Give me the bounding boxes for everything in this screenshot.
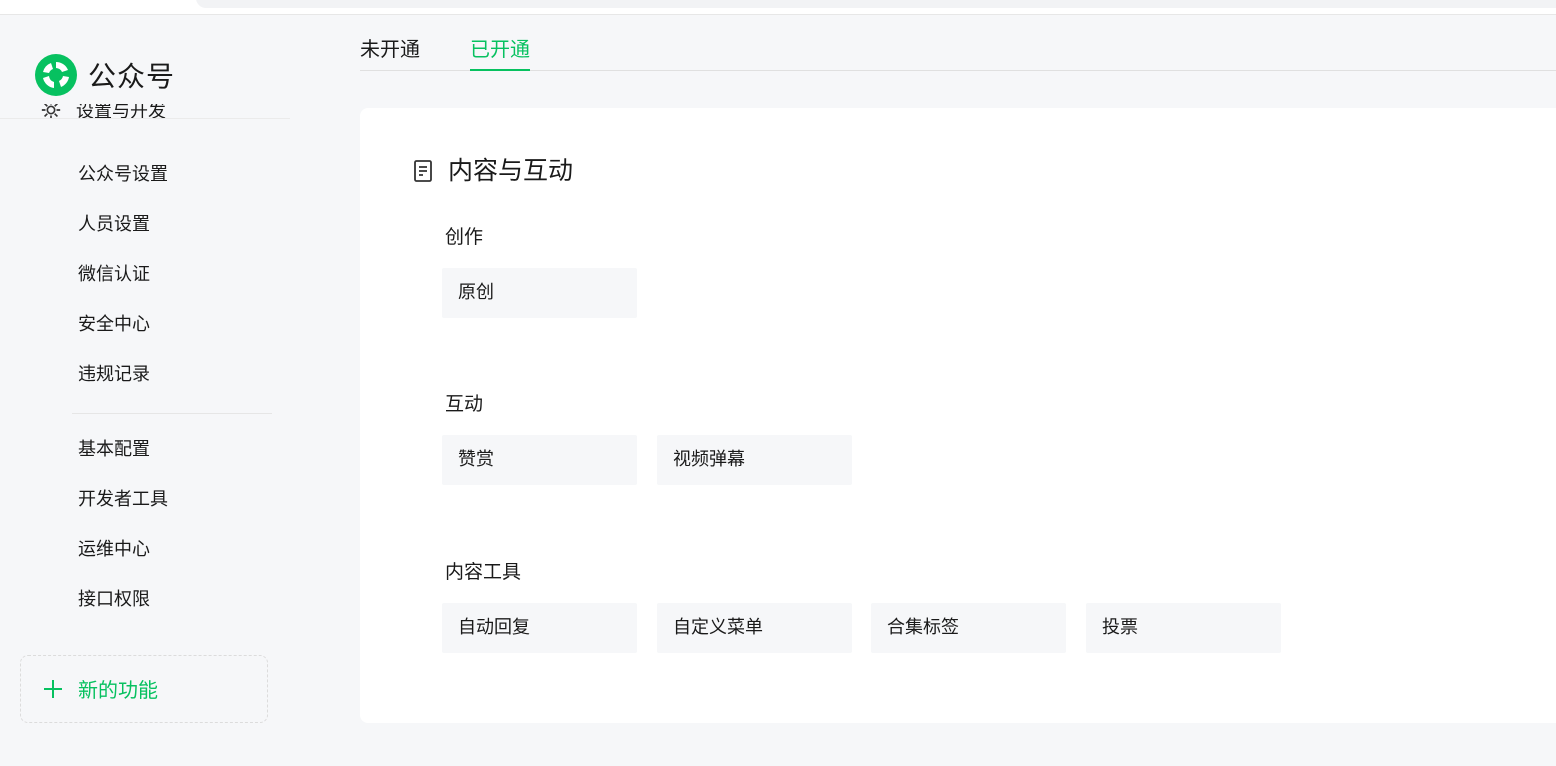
feature-tile-label: 自定义菜单 xyxy=(673,617,763,638)
sidebar-section-title: 设置与开发 xyxy=(76,104,166,118)
document-icon xyxy=(414,160,432,182)
feature-tile-label: 自动回复 xyxy=(458,617,530,638)
feature-tile-label: 投票 xyxy=(1102,617,1138,638)
sidebar-item-wechat-verification[interactable]: 微信认证 xyxy=(78,263,150,287)
brand-logo[interactable]: 公众号 xyxy=(34,53,175,97)
sidebar-item-basic-config[interactable]: 基本配置 xyxy=(78,438,150,462)
sidebar-divider xyxy=(72,413,272,414)
feature-tile-label: 赞赏 xyxy=(458,449,494,470)
feature-tile-tipping[interactable]: 赞赏 xyxy=(442,435,637,485)
tab-enabled[interactable]: 已开通 xyxy=(470,36,530,71)
sidebar-item-developer-tools[interactable]: 开发者工具 xyxy=(78,488,168,512)
feature-tile-original[interactable]: 原创 xyxy=(442,268,637,318)
plus-icon xyxy=(44,680,62,698)
new-feature-button[interactable]: 新的功能 xyxy=(20,655,268,723)
tab-not-enabled[interactable]: 未开通 xyxy=(360,36,420,62)
wechat-official-account-logo-icon xyxy=(35,54,77,96)
card-title: 内容与互动 xyxy=(448,156,574,185)
sidebar-section-header: 设置与开发 xyxy=(40,104,290,118)
new-feature-label: 新的功能 xyxy=(78,678,158,702)
status-tabs: 未开通 已开通 xyxy=(360,0,1556,71)
feature-tile-label: 原创 xyxy=(458,282,494,303)
sidebar-item-api-permissions[interactable]: 接口权限 xyxy=(78,588,150,612)
feature-tile-collection-tags[interactable]: 合集标签 xyxy=(871,603,1066,653)
sidebar-top-divider xyxy=(0,118,290,119)
feature-card: 内容与互动 创作 原创 互动 赞赏 视频弹幕 内容工具 自动回复 自定义菜单 合… xyxy=(360,108,1556,723)
feature-tile-label: 合集标签 xyxy=(887,617,959,638)
feature-tile-voting[interactable]: 投票 xyxy=(1086,603,1281,653)
sidebar-item-staff-settings[interactable]: 人员设置 xyxy=(78,213,150,237)
section-title-creation: 创作 xyxy=(445,226,484,248)
gear-icon xyxy=(41,104,61,118)
sidebar-item-security-center[interactable]: 安全中心 xyxy=(78,313,150,337)
feature-tile-custom-menu[interactable]: 自定义菜单 xyxy=(657,603,852,653)
section-title-interaction: 互动 xyxy=(445,393,484,415)
feature-tile-label: 视频弹幕 xyxy=(673,449,745,470)
sidebar-item-violation-records[interactable]: 违规记录 xyxy=(78,363,150,387)
feature-tile-video-danmaku[interactable]: 视频弹幕 xyxy=(657,435,852,485)
section-title-content-tools: 内容工具 xyxy=(445,561,522,583)
feature-tile-auto-reply[interactable]: 自动回复 xyxy=(442,603,637,653)
sidebar-item-ops-center[interactable]: 运维中心 xyxy=(78,538,150,562)
card-header: 内容与互动 xyxy=(412,156,573,186)
sidebar-item-account-settings[interactable]: 公众号设置 xyxy=(78,163,168,187)
brand-name: 公众号 xyxy=(88,60,176,93)
